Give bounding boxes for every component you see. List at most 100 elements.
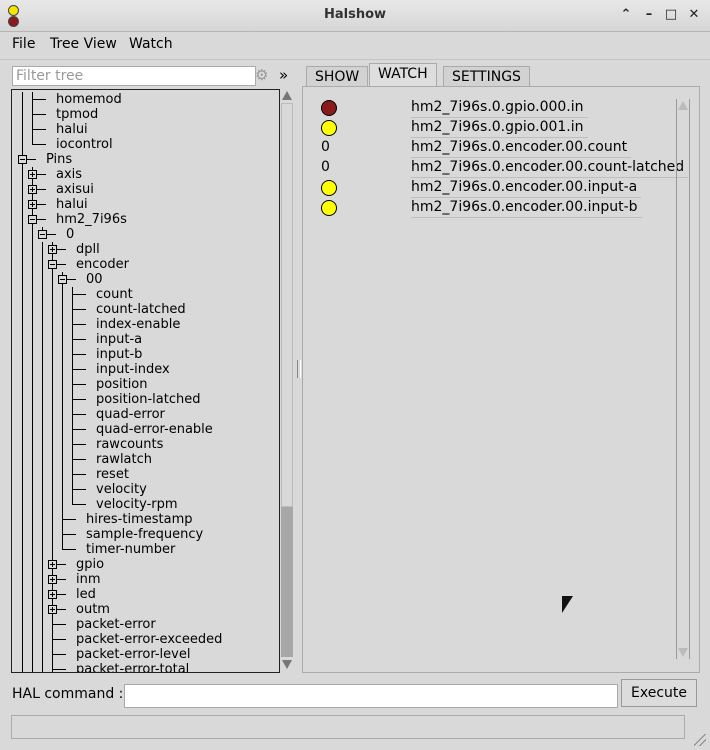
tree-scrollbar-trough[interactable]	[281, 507, 293, 657]
tree-expand-icon[interactable]	[28, 185, 37, 194]
tree-node-label[interactable]: velocity-rpm	[96, 497, 178, 512]
tree-expand-icon[interactable]	[48, 575, 57, 584]
tree-node-label[interactable]: packet-error-exceeded	[76, 632, 222, 647]
tree-node-label[interactable]: reset	[96, 467, 129, 482]
tree-expand-icon[interactable]	[48, 560, 57, 569]
tree-node-label[interactable]: encoder	[76, 257, 129, 272]
tree-node-label[interactable]: input-index	[96, 362, 170, 377]
filter-tree-input[interactable]	[12, 66, 256, 86]
tree-node-label[interactable]: led	[76, 587, 96, 602]
tree-node-label[interactable]: count-latched	[96, 302, 186, 317]
tree-node-label[interactable]: homemod	[56, 92, 122, 107]
tree-node-label[interactable]: rawlatch	[96, 452, 152, 467]
tab-show[interactable]: SHOW	[306, 66, 369, 87]
tree-line	[32, 302, 33, 317]
watch-scroll-down-arrow-icon[interactable]	[678, 648, 688, 657]
tree-node-label[interactable]: input-a	[96, 332, 142, 347]
tree-line	[52, 482, 53, 497]
tree-node-label[interactable]: Pins	[46, 152, 72, 167]
hal-command-label: HAL command :	[12, 686, 124, 702]
tree-line	[52, 362, 53, 377]
hal-tree[interactable]: homemod tpmod halui iocontrol Pins axis axisui…	[11, 89, 280, 673]
tree-expand-icon[interactable]	[28, 200, 37, 209]
window-shade-button[interactable]: ⌃	[618, 7, 634, 22]
scroll-up-arrow-icon[interactable]	[282, 91, 292, 100]
tree-node-label[interactable]: hires-timestamp	[86, 512, 193, 527]
tab-settings[interactable]: SETTINGS	[443, 66, 530, 87]
tree-node-label[interactable]: 00	[86, 272, 103, 287]
tree-node-label[interactable]: quad-error-enable	[96, 422, 213, 437]
watch-pin-name: hm2_7i96s.0.encoder.00.input-a	[411, 177, 642, 198]
tree-node-label[interactable]: count	[96, 287, 133, 302]
tree-line	[42, 467, 43, 482]
filter-settings-gear-icon[interactable]: ⚙	[255, 66, 268, 84]
tree-expand-icon[interactable]	[28, 170, 37, 179]
tree-line	[42, 482, 43, 497]
watch-scroll-up-arrow-icon[interactable]	[678, 101, 688, 110]
tree-line	[52, 302, 53, 317]
tree-expand-icon[interactable]	[48, 245, 57, 254]
tree-node-label[interactable]: gpio	[76, 557, 104, 572]
menu-watch[interactable]: Watch	[129, 36, 173, 52]
title-bar[interactable]: Halshow ⌃ – □ ✕	[0, 0, 710, 32]
tree-line	[22, 92, 23, 107]
tree-node-label[interactable]: outm	[76, 602, 110, 617]
tree-line	[52, 669, 66, 670]
tree-node-label[interactable]: rawcounts	[96, 437, 163, 452]
tree-node-label[interactable]: input-b	[96, 347, 142, 362]
tree-node-label[interactable]: dpll	[76, 242, 100, 257]
tree-node-label[interactable]: halui	[56, 197, 88, 212]
tree-node-label[interactable]: index-enable	[96, 317, 180, 332]
resize-grip-icon[interactable]	[694, 734, 706, 746]
tree-node-label[interactable]: tpmod	[56, 107, 98, 122]
scroll-down-arrow-icon[interactable]	[282, 660, 292, 669]
expand-panel-button[interactable]: »	[279, 66, 288, 84]
tree-line	[37, 174, 46, 175]
tree-node-label[interactable]: timer-number	[86, 542, 175, 557]
tree-node-label[interactable]: hm2_7i96s	[56, 212, 127, 227]
tree-line	[32, 452, 33, 467]
menu-tree-view[interactable]: Tree View	[50, 36, 117, 52]
tree-collapse-icon[interactable]	[18, 155, 27, 164]
tree-collapse-icon[interactable]	[28, 215, 37, 224]
hal-command-input[interactable]	[124, 684, 618, 708]
tree-line	[42, 497, 43, 512]
tree-line	[22, 167, 23, 182]
menu-file[interactable]: File	[12, 36, 35, 52]
tree-line	[57, 564, 66, 565]
tree-scrollbar[interactable]	[281, 89, 293, 671]
watch-scrollbar[interactable]	[676, 99, 690, 659]
pane-divider-handle[interactable]	[297, 360, 301, 378]
tree-node-label[interactable]: 0	[66, 227, 74, 242]
window-maximize-button[interactable]: □	[663, 7, 679, 22]
tree-node-label[interactable]: inm	[76, 572, 101, 587]
tree-node-label[interactable]: halui	[56, 122, 88, 137]
tree-node-label[interactable]: axisui	[56, 182, 94, 197]
tree-node-label[interactable]: position	[96, 377, 148, 392]
window-minimize-button[interactable]: –	[641, 7, 657, 22]
tree-collapse-icon[interactable]	[58, 275, 67, 284]
tree-line	[22, 272, 23, 287]
tree-node-label[interactable]: packet-error	[76, 617, 156, 632]
tree-line	[22, 617, 23, 632]
tree-node-label[interactable]: position-latched	[96, 392, 201, 407]
tree-expand-icon[interactable]	[48, 590, 57, 599]
tree-line	[32, 662, 33, 672]
tree-scrollbar-thumb[interactable]	[281, 103, 293, 507]
tree-node-label[interactable]: quad-error	[96, 407, 165, 422]
tab-watch[interactable]: WATCH	[369, 63, 437, 88]
tree-node-label[interactable]: velocity	[96, 482, 147, 497]
tree-node-label[interactable]: sample-frequency	[86, 527, 203, 542]
tree-collapse-icon[interactable]	[48, 260, 57, 269]
execute-button[interactable]: Execute	[621, 679, 697, 707]
tree-node-label[interactable]: packet-error-level	[76, 647, 190, 662]
tree-node-label[interactable]: packet-error-total	[76, 662, 189, 672]
tree-line	[52, 272, 53, 287]
window-close-button[interactable]: ✕	[686, 7, 702, 22]
tree-collapse-icon[interactable]	[38, 230, 47, 239]
tree-expand-icon[interactable]	[48, 605, 57, 614]
tree-line	[42, 362, 43, 377]
tree-line	[52, 332, 53, 347]
tree-node-label[interactable]: axis	[56, 167, 82, 182]
tree-node-label[interactable]: iocontrol	[56, 137, 113, 152]
